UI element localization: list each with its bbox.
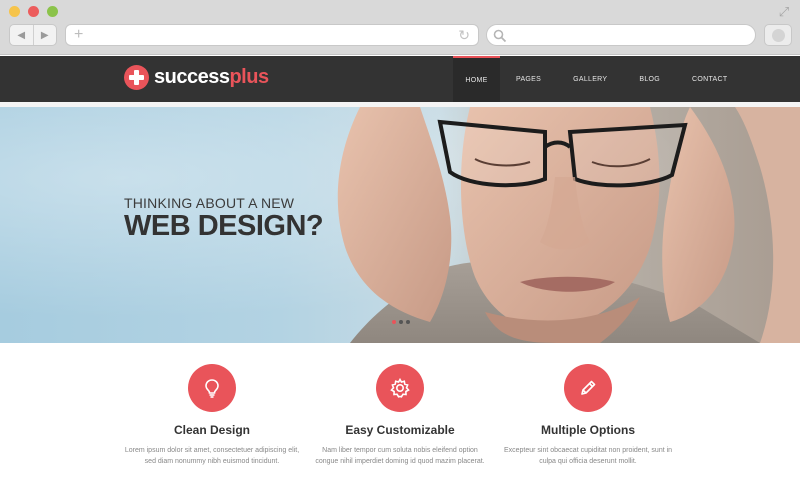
forward-button[interactable]: ▶ xyxy=(34,25,57,45)
feature-title: Clean Design xyxy=(173,423,251,437)
history-navigation: ◀ ▶ xyxy=(9,24,57,46)
site-header: successplus HOME PAGES GALLERY BLOG CONT… xyxy=(0,56,800,102)
extension-icon xyxy=(772,29,785,42)
search-icon xyxy=(493,29,507,43)
plus-logo-icon xyxy=(124,65,149,90)
extension-button[interactable] xyxy=(764,24,792,46)
feature-description: Excepteur sint obcaecat cupiditat non pr… xyxy=(478,445,698,467)
nav-home[interactable]: HOME xyxy=(453,56,500,102)
feature-title: Easy Customizable xyxy=(345,423,455,437)
main-nav: HOME PAGES GALLERY BLOG CONTACT xyxy=(453,56,743,102)
lightbulb-icon xyxy=(188,364,236,412)
feature-desc-line: sed diam nonummy nibh euismod tincidunt. xyxy=(144,458,280,465)
hero-slider: THINKING ABOUT A NEW WEB DESIGN? xyxy=(0,107,800,343)
feature-desc-line: Lorem ipsum dolor sit amet, consectetuer… xyxy=(124,447,300,454)
hero-kicker: THINKING ABOUT A NEW xyxy=(124,195,295,211)
address-bar[interactable]: + ↻ xyxy=(65,24,479,46)
fullscreen-icon[interactable]: ⤢ xyxy=(776,4,792,20)
nav-gallery[interactable]: GALLERY xyxy=(557,56,623,102)
gear-icon xyxy=(376,364,424,412)
new-tab-icon[interactable]: + xyxy=(74,27,83,43)
browser-chrome: ⤢ ◀ ▶ + ↻ xyxy=(0,0,800,55)
back-button[interactable]: ◀ xyxy=(10,25,34,45)
logo-text: successplus xyxy=(154,66,269,89)
nav-blog[interactable]: BLOG xyxy=(623,56,676,102)
feature-description: Nam liber tempor cum soluta nobis eleife… xyxy=(290,445,510,467)
nav-contact[interactable]: CONTACT xyxy=(676,56,743,102)
feature-desc-line: culpa qui officia deserunt mollit. xyxy=(539,458,637,465)
logo-text-main: success xyxy=(154,66,230,88)
feature-description: Lorem ipsum dolor sit amet, consectetuer… xyxy=(102,445,322,467)
hero-photo xyxy=(337,107,800,343)
pencil-icon xyxy=(564,364,612,412)
close-window-button[interactable] xyxy=(28,6,39,17)
feature-desc-line: Excepteur sint obcaecat cupiditat non pr… xyxy=(503,447,673,454)
feature-desc-line: congue nihil imperdiet doming id quod ma… xyxy=(315,458,485,465)
minimize-window-button[interactable] xyxy=(9,6,20,17)
nav-pages[interactable]: PAGES xyxy=(500,56,557,102)
logo-text-accent: plus xyxy=(229,66,269,88)
hero-title: WEB DESIGN? xyxy=(124,210,324,242)
feature-desc-line: Nam liber tempor cum soluta nobis eleife… xyxy=(322,447,478,454)
features-section: Clean Design Lorem ipsum dolor sit amet,… xyxy=(0,343,800,480)
maximize-window-button[interactable] xyxy=(47,6,58,17)
slider-dot-2[interactable] xyxy=(399,320,403,324)
slider-dot-1[interactable] xyxy=(392,320,396,324)
slider-pagination xyxy=(392,320,410,324)
browser-search-input[interactable] xyxy=(486,24,756,46)
slider-dot-3[interactable] xyxy=(406,320,410,324)
reload-icon[interactable]: ↻ xyxy=(458,28,470,42)
feature-title: Multiple Options xyxy=(541,423,635,437)
site-logo[interactable]: successplus xyxy=(124,65,269,90)
